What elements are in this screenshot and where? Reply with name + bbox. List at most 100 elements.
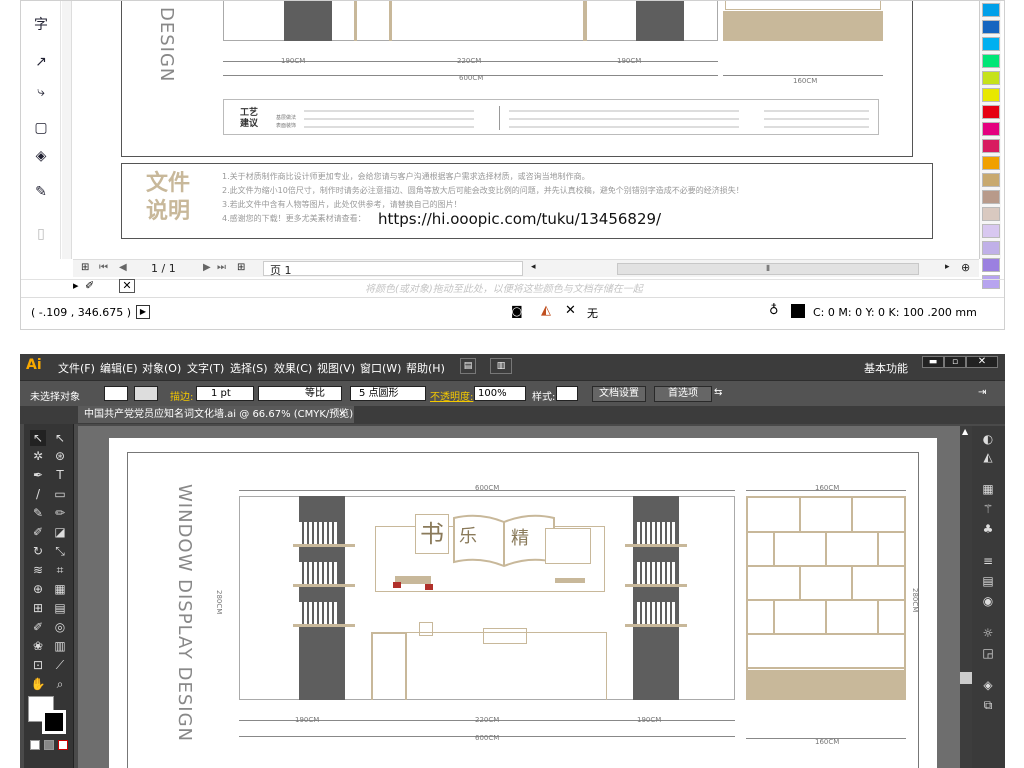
outline-color-swatch[interactable] bbox=[791, 304, 805, 318]
first-page-icon[interactable]: ⏮ bbox=[99, 262, 108, 273]
graphic-styles-icon[interactable]: ◲ bbox=[980, 646, 996, 660]
palette-swatch[interactable] bbox=[982, 105, 1000, 119]
palette-swatch[interactable] bbox=[982, 139, 1000, 153]
palette-swatch[interactable] bbox=[982, 224, 1000, 238]
fill-bucket-icon[interactable]: ◭ bbox=[541, 303, 551, 318]
free-transform-tool-icon[interactable]: ⌗ bbox=[52, 562, 68, 578]
canvas[interactable]: DESIGN 190CM 220CM 190CM 600CM 160CM 工艺 … bbox=[73, 1, 981, 259]
palette-swatch[interactable] bbox=[982, 3, 1000, 17]
scale-tool-icon[interactable]: ⤡ bbox=[52, 543, 68, 559]
preferences-button[interactable]: 首选项 bbox=[654, 386, 712, 402]
horizontal-scrollbar[interactable]: ⦀ bbox=[617, 263, 919, 275]
mesh-tool-icon[interactable]: ⊞ bbox=[30, 600, 46, 616]
gradient-mode-icon[interactable] bbox=[44, 740, 54, 750]
slice-tool-icon[interactable]: ⟋ bbox=[52, 657, 68, 673]
scroll-right-icon[interactable]: ▸ bbox=[945, 262, 950, 272]
palette-swatch[interactable] bbox=[982, 207, 1000, 221]
artboard-tool-icon[interactable]: ⊡ bbox=[30, 657, 46, 673]
menu-help[interactable]: 帮助(H) bbox=[406, 360, 445, 376]
bridge-icon[interactable]: ▤ bbox=[460, 358, 476, 374]
stroke-color-box[interactable] bbox=[42, 710, 66, 734]
menu-type[interactable]: 文字(T) bbox=[187, 360, 224, 376]
artboard[interactable]: WINDOW DISPLAY DESIGN 600CM 160CM 280CM bbox=[109, 438, 937, 768]
pen-outline-icon[interactable]: ♁ bbox=[769, 303, 779, 318]
menu-object[interactable]: 对象(O) bbox=[142, 360, 181, 376]
palette-swatch[interactable] bbox=[982, 156, 1000, 170]
column-graph-tool-icon[interactable]: ▥ bbox=[52, 638, 68, 654]
eraser-tool-icon[interactable]: ◪ bbox=[52, 524, 68, 540]
document-setup-button[interactable]: 文档设置 bbox=[592, 386, 646, 402]
warp-tool-icon[interactable]: ≋ bbox=[30, 562, 46, 578]
palette-swatch[interactable] bbox=[982, 54, 1000, 68]
pick-icon[interactable]: ✐ bbox=[85, 279, 94, 292]
layers-panel-icon[interactable]: ◈ bbox=[980, 678, 996, 692]
document-tab[interactable]: 中国共产党党员应知名词文化墙.ai @ 66.67% (CMYK/预览) bbox=[78, 406, 354, 423]
no-color-swatch[interactable]: ✕ bbox=[119, 279, 135, 293]
vertical-scrollbar[interactable]: ▲ bbox=[960, 426, 972, 768]
type-tool-icon[interactable]: T bbox=[52, 467, 68, 483]
palette-swatch[interactable] bbox=[982, 71, 1000, 85]
style-swatch[interactable] bbox=[556, 386, 578, 401]
transparency-panel-icon[interactable]: ◉ bbox=[980, 594, 996, 608]
selection-tool-icon[interactable]: ↖ bbox=[30, 430, 46, 446]
palette-swatch[interactable] bbox=[982, 190, 1000, 204]
fill-swatch[interactable] bbox=[104, 386, 128, 401]
none-mode-icon[interactable] bbox=[58, 740, 68, 750]
paintbrush-tool-icon[interactable]: ✎ bbox=[30, 505, 46, 521]
scroll-up-icon[interactable]: ▲ bbox=[962, 427, 968, 436]
brush-dropdown[interactable]: 5 点圆形 bbox=[350, 386, 426, 401]
symbol-sprayer-tool-icon[interactable]: ❀ bbox=[30, 638, 46, 654]
palette-swatch[interactable] bbox=[982, 241, 1000, 255]
palette-swatch[interactable] bbox=[982, 173, 1000, 187]
fill-tool-icon[interactable]: ◈ bbox=[29, 145, 53, 167]
arrange-docs-icon[interactable]: ⇆ bbox=[714, 387, 722, 398]
palette-swatch[interactable] bbox=[982, 20, 1000, 34]
arrange-icon[interactable]: ▥ bbox=[490, 358, 512, 374]
document-icon[interactable]: ◙ bbox=[511, 304, 523, 318]
next-page-icon[interactable]: ▶ bbox=[203, 262, 211, 273]
color-guide-icon[interactable]: ◭ bbox=[980, 450, 996, 464]
color-panel-icon[interactable]: ◐ bbox=[980, 432, 996, 446]
menu-effect[interactable]: 效果(C) bbox=[274, 360, 312, 376]
palette-swatch[interactable] bbox=[982, 37, 1000, 51]
minimize-button[interactable]: ▬ bbox=[922, 356, 944, 368]
stroke-swatch[interactable] bbox=[134, 386, 158, 401]
maximize-button[interactable]: ▫ bbox=[944, 356, 966, 368]
perspective-grid-tool-icon[interactable]: ▦ bbox=[52, 581, 68, 597]
scroll-thumb[interactable] bbox=[960, 672, 972, 684]
stroke-panel-icon[interactable]: ≡ bbox=[980, 554, 996, 568]
last-page-icon[interactable]: ⏭ bbox=[217, 262, 226, 273]
palette-swatch[interactable] bbox=[982, 122, 1000, 136]
dimension-tool-icon[interactable]: ↗ bbox=[29, 51, 53, 73]
rectangle-tool-icon[interactable]: ▭ bbox=[52, 486, 68, 502]
add-page-icon[interactable]: ⊞ bbox=[81, 262, 89, 273]
opacity-label[interactable]: 不透明度: bbox=[430, 388, 473, 403]
zoom-tool-icon[interactable]: ⌕ bbox=[52, 676, 68, 692]
page-tab[interactable]: 页 1 bbox=[263, 261, 523, 277]
url-text[interactable]: https://hi.ooopic.com/tuku/13456829/ bbox=[378, 210, 661, 228]
stroke-profile-dropdown[interactable]: 等比 bbox=[258, 386, 342, 401]
symbols-panel-icon[interactable]: ♣ bbox=[980, 522, 996, 536]
gradient-panel-icon[interactable]: ▤ bbox=[980, 574, 996, 588]
menu-select[interactable]: 选择(S) bbox=[230, 360, 268, 376]
menu-edit[interactable]: 编辑(E) bbox=[100, 360, 138, 376]
gradient-tool-icon[interactable]: ▤ bbox=[52, 600, 68, 616]
lasso-tool-icon[interactable]: ⊛ bbox=[52, 448, 68, 464]
palette-swatch[interactable] bbox=[982, 88, 1000, 102]
artboards-panel-icon[interactable]: ⧉ bbox=[980, 698, 996, 712]
magic-wand-tool-icon[interactable]: ✲ bbox=[30, 448, 46, 464]
rotate-tool-icon[interactable]: ↻ bbox=[30, 543, 46, 559]
text-tool-icon[interactable]: 字 bbox=[29, 13, 53, 35]
prev-page-icon[interactable]: ◀ bbox=[119, 262, 127, 273]
close-button[interactable]: ✕ bbox=[966, 356, 998, 368]
pen-tool-icon[interactable]: ✒ bbox=[30, 467, 46, 483]
menu-window[interactable]: 窗口(W) bbox=[360, 360, 401, 376]
swatches-panel-icon[interactable]: ▦ bbox=[980, 482, 996, 496]
color-mode-icon[interactable] bbox=[30, 740, 40, 750]
blob-brush-tool-icon[interactable]: ✐ bbox=[30, 524, 46, 540]
zoom-icon[interactable]: ⊕ bbox=[961, 261, 970, 274]
eyedropper-tool-icon[interactable]: ✐ bbox=[30, 619, 46, 635]
workspace-switcher[interactable]: 基本功能 bbox=[864, 360, 908, 376]
palette-swatch[interactable] bbox=[982, 258, 1000, 272]
direct-selection-tool-icon[interactable]: ↖ bbox=[52, 430, 68, 446]
